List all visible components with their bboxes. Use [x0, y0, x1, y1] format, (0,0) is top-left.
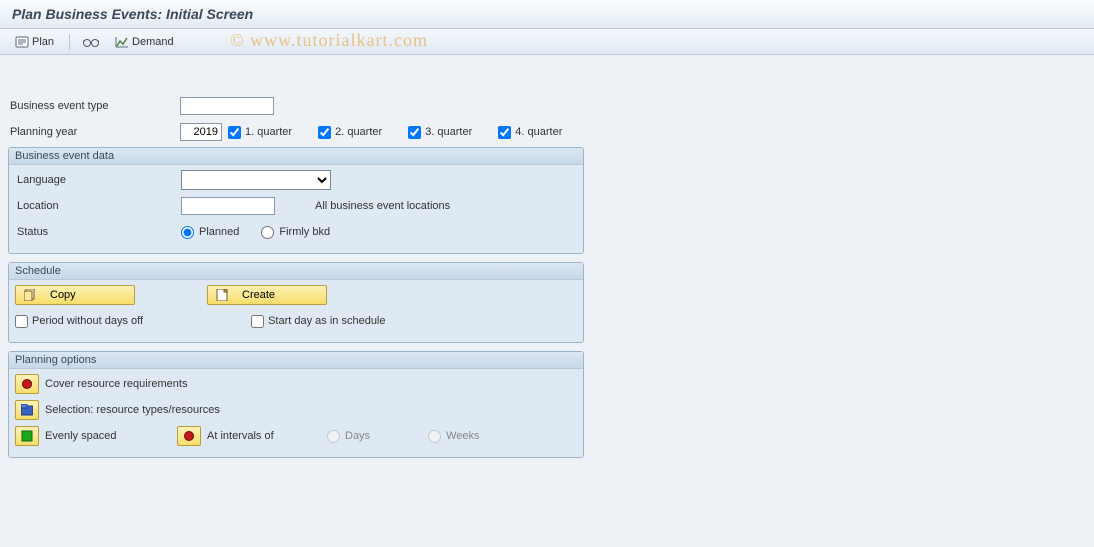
copy-button[interactable]: Copy [15, 285, 135, 305]
q1-checkbox-group[interactable]: 1. quarter [228, 126, 292, 139]
glasses-icon [82, 36, 100, 48]
form-icon [15, 36, 29, 48]
intervals-label: At intervals of [207, 430, 327, 442]
q2-label: 2. quarter [335, 126, 382, 138]
status-firm-radio-group[interactable]: Firmly bkd [261, 226, 330, 239]
cover-label: Cover resource requirements [45, 378, 187, 390]
q3-label: 3. quarter [425, 126, 472, 138]
q3-checkbox-group[interactable]: 3. quarter [408, 126, 472, 139]
demand-button[interactable]: Demand [108, 33, 181, 51]
start-day-label: Start day as in schedule [268, 315, 385, 327]
weeks-radio-group[interactable]: Weeks [428, 430, 479, 443]
intervals-icon-button[interactable] [177, 426, 201, 446]
plan-button[interactable]: Plan [8, 33, 61, 51]
business-event-data-panel: Business event data Language Location Al… [8, 147, 584, 254]
copy-label: Copy [50, 289, 76, 301]
q1-label: 1. quarter [245, 126, 292, 138]
schedule-title: Schedule [9, 263, 583, 280]
period-off-group[interactable]: Period without days off [15, 315, 143, 328]
q4-label: 4. quarter [515, 126, 562, 138]
evenly-label: Evenly spaced [45, 430, 177, 442]
days-radio[interactable] [327, 430, 340, 443]
red-dot-icon [183, 430, 195, 442]
evenly-icon-button[interactable] [15, 426, 39, 446]
period-off-checkbox[interactable] [15, 315, 28, 328]
location-hint: All business event locations [315, 200, 450, 212]
q1-checkbox[interactable] [228, 126, 241, 139]
period-off-label: Period without days off [32, 315, 143, 327]
status-firm-radio[interactable] [261, 226, 274, 239]
selection-label: Selection: resource types/resources [45, 404, 220, 416]
language-select[interactable] [181, 170, 331, 190]
bed-title: Business event data [9, 148, 583, 165]
weeks-radio[interactable] [428, 430, 441, 443]
toolbar: Plan Demand [0, 29, 1094, 55]
status-planned-radio[interactable] [181, 226, 194, 239]
planning-year-input[interactable] [180, 123, 222, 141]
q2-checkbox[interactable] [318, 126, 331, 139]
plan-label: Plan [32, 36, 54, 48]
demand-label: Demand [132, 36, 174, 48]
glasses-button[interactable] [78, 33, 104, 51]
days-radio-group[interactable]: Days [327, 430, 370, 443]
start-day-group[interactable]: Start day as in schedule [251, 315, 385, 328]
location-label: Location [15, 200, 181, 212]
days-label: Days [345, 430, 370, 442]
content-area: Business event type Planning year 1. qua… [0, 55, 1094, 466]
cover-icon-button[interactable] [15, 374, 39, 394]
language-label: Language [15, 174, 181, 186]
q4-checkbox[interactable] [498, 126, 511, 139]
start-day-checkbox[interactable] [251, 315, 264, 328]
q3-checkbox[interactable] [408, 126, 421, 139]
q4-checkbox-group[interactable]: 4. quarter [498, 126, 562, 139]
status-label: Status [15, 226, 181, 238]
separator [69, 34, 70, 50]
schedule-panel: Schedule Copy Create Period without days… [8, 262, 584, 343]
red-dot-icon [21, 378, 33, 390]
create-icon [216, 289, 228, 301]
business-event-type-label: Business event type [8, 100, 180, 112]
planning-options-panel: Planning options Cover resource requirem… [8, 351, 584, 458]
status-planned-label: Planned [199, 226, 239, 238]
business-event-type-input[interactable] [180, 97, 274, 115]
q2-checkbox-group[interactable]: 2. quarter [318, 126, 382, 139]
plan-opts-title: Planning options [9, 352, 583, 369]
location-input[interactable] [181, 197, 275, 215]
copy-icon [24, 289, 36, 301]
folder-icon [21, 404, 33, 416]
planning-year-label: Planning year [8, 126, 180, 138]
weeks-label: Weeks [446, 430, 479, 442]
create-button[interactable]: Create [207, 285, 327, 305]
create-label: Create [242, 289, 275, 301]
status-firm-label: Firmly bkd [279, 226, 330, 238]
chart-icon [115, 36, 129, 48]
green-square-icon [21, 430, 33, 442]
page-title: Plan Business Events: Initial Screen [0, 0, 1094, 29]
selection-icon-button[interactable] [15, 400, 39, 420]
status-planned-radio-group[interactable]: Planned [181, 226, 239, 239]
